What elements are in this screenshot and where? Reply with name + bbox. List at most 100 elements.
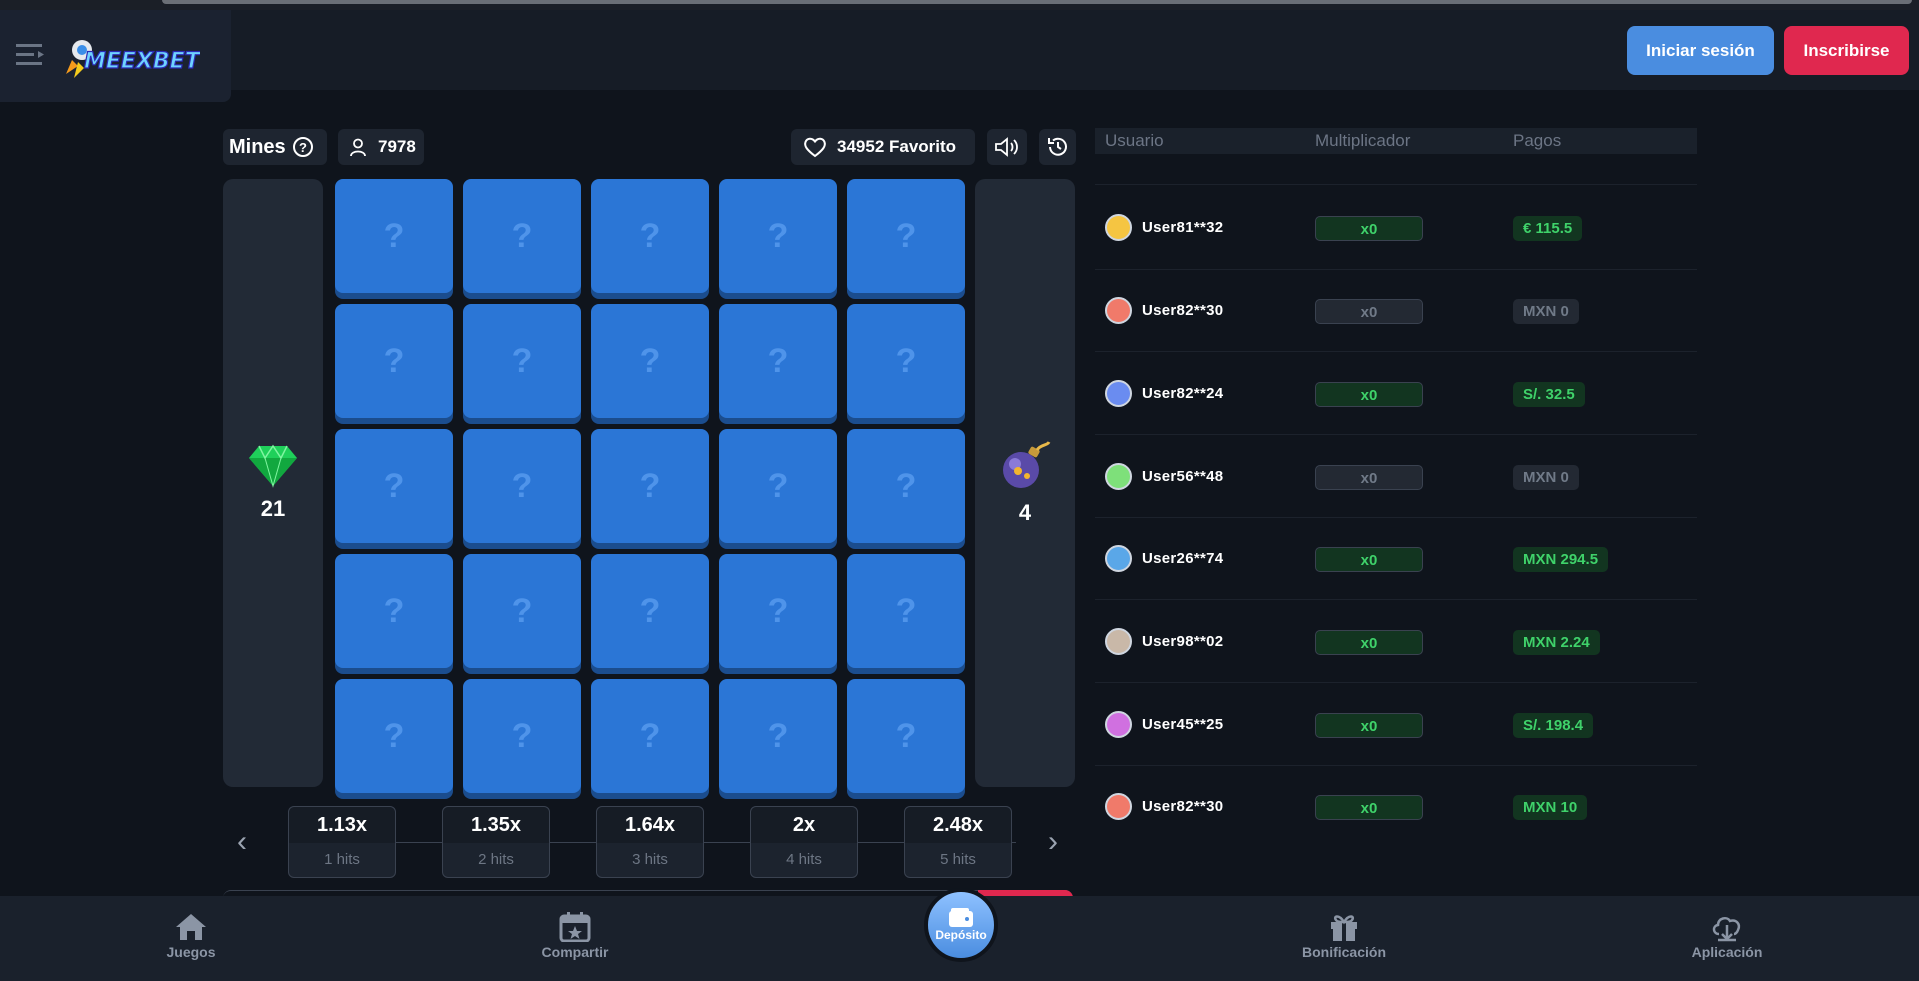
nav-games[interactable]: Juegos <box>126 912 256 960</box>
col-payout: Pagos <box>1513 131 1562 150</box>
gem-icon <box>249 444 297 488</box>
favorites-count: 34952 Favorito <box>837 137 957 156</box>
mine-tile[interactable]: ? <box>591 679 709 793</box>
multiplier-badge: x0 <box>1315 712 1423 738</box>
mine-tile[interactable]: ? <box>463 179 581 293</box>
user-name: User81**32 <box>1142 218 1224 236</box>
mine-tile[interactable]: ? <box>719 554 837 668</box>
mine-tile[interactable]: ? <box>847 429 965 543</box>
avatar <box>1105 297 1132 324</box>
multiplier-value: 1.35x <box>443 807 549 843</box>
multiplier-badge: x0 <box>1315 464 1423 490</box>
multiplier-badge: x0 <box>1315 547 1423 572</box>
game-title-pill: Mines ? <box>223 129 327 165</box>
multiplier-step: 1.13x 1 hits <box>288 806 396 878</box>
multiplier-badge: x0 <box>1315 215 1423 241</box>
payout-badge: € 115.5 <box>1513 215 1583 241</box>
deposit-label: Depósito <box>935 928 987 942</box>
mine-tile[interactable]: ? <box>847 554 965 668</box>
mine-tile[interactable]: ? <box>719 304 837 418</box>
mine-tile[interactable]: ? <box>335 304 453 418</box>
mine-tile[interactable]: ? <box>463 554 581 668</box>
mine-tile[interactable]: ? <box>463 679 581 793</box>
players-pill: 7978 <box>338 129 424 165</box>
user-name: User45**25 <box>1142 715 1224 733</box>
multiplier-badge: x0 <box>1315 795 1423 820</box>
multiplier-value: 2x <box>751 807 857 843</box>
help-icon[interactable]: ? <box>292 136 314 158</box>
payout-badge: MXN 294.5 <box>1513 547 1609 572</box>
multiplier-step: 2x 4 hits <box>750 806 858 878</box>
table-row: User56**48 x0 MXN 0 <box>1095 434 1697 517</box>
payout-badge: S/. 198.4 <box>1513 712 1594 738</box>
multiplier-step: 2.48x 5 hits <box>904 806 1012 878</box>
multiplier-badge: x0 <box>1315 381 1423 407</box>
menu-icon[interactable] <box>16 42 48 68</box>
next-arrow-icon[interactable]: › <box>1041 825 1065 858</box>
meexbet-logo[interactable]: MEEXBET <box>64 30 200 82</box>
mine-tile[interactable]: ? <box>463 429 581 543</box>
mine-tile[interactable]: ? <box>591 554 709 668</box>
players-count: 7978 <box>378 137 416 156</box>
col-multiplier: Multiplicador <box>1315 131 1411 150</box>
mine-tile[interactable]: ? <box>847 304 965 418</box>
calendar-icon <box>559 912 591 942</box>
mine-tile[interactable]: ? <box>591 179 709 293</box>
history-icon <box>1047 137 1067 156</box>
sound-button[interactable] <box>987 129 1027 165</box>
logo-text: MEEXBET <box>84 49 200 74</box>
nav-games-label: Juegos <box>166 944 216 960</box>
nav-app[interactable]: Aplicación <box>1662 912 1792 960</box>
avatar <box>1105 627 1132 655</box>
nav-share-label: Compartir <box>541 944 609 960</box>
col-user: Usuario <box>1105 131 1164 150</box>
nav-app-label: Aplicación <box>1691 944 1763 960</box>
mine-tile[interactable]: ? <box>719 679 837 793</box>
mine-tile[interactable]: ? <box>463 304 581 418</box>
table-row: User82**24 x0 S/. 32.5 <box>1095 351 1697 434</box>
user-icon <box>350 138 366 157</box>
multiplier-value: 2.48x <box>905 807 1011 843</box>
avatar <box>1105 462 1132 490</box>
payout-badge: MXN 10 <box>1513 795 1588 820</box>
history-button[interactable] <box>1039 129 1076 165</box>
mine-tile[interactable]: ? <box>719 429 837 543</box>
download-icon <box>1712 916 1741 942</box>
mine-tile[interactable]: ? <box>335 179 453 293</box>
avatar <box>1105 213 1132 241</box>
mine-tile[interactable]: ? <box>591 304 709 418</box>
nav-share[interactable]: Compartir <box>510 912 640 960</box>
multiplier-hits: 5 hits <box>940 851 976 868</box>
mine-tile[interactable]: ? <box>335 679 453 793</box>
scrollbar-thumb[interactable] <box>162 0 1912 4</box>
multiplier-value: 1.13x <box>289 807 395 843</box>
bottom-nav: Juegos Compartir Depósito Bonificación A… <box>0 888 1919 981</box>
user-name: User82**30 <box>1142 302 1224 319</box>
payout-badge: MXN 2.24 <box>1513 629 1600 655</box>
table-row: User45**25 x0 S/. 198.4 <box>1095 682 1697 765</box>
mine-tile[interactable]: ? <box>719 179 837 293</box>
avatar <box>1105 793 1132 820</box>
deposit-button[interactable]: Depósito <box>924 888 998 962</box>
mine-tile[interactable]: ? <box>847 679 965 793</box>
table-row: User82**30 x0 MXN 10 <box>1095 765 1697 847</box>
mine-tile[interactable]: ? <box>335 554 453 668</box>
mine-tile[interactable]: ? <box>847 179 965 293</box>
favorite-button[interactable]: 34952 Favorito <box>791 129 975 165</box>
gift-icon <box>1331 915 1357 941</box>
signup-button[interactable]: Inscribirse <box>1784 26 1909 75</box>
mines-grid: ????????????????????????? <box>335 179 965 793</box>
site-header: MEEXBET Iniciar sesión Inscribirse <box>0 10 1919 102</box>
mine-tile[interactable]: ? <box>335 429 453 543</box>
nav-bonus[interactable]: Bonificación <box>1279 912 1409 960</box>
table-row: User81**32 x0 € 115.5 <box>1095 184 1697 269</box>
login-button[interactable]: Iniciar sesión <box>1627 26 1774 75</box>
gems-panel: 21 <box>223 179 323 787</box>
mine-tile[interactable]: ? <box>591 429 709 543</box>
avatar <box>1105 710 1132 738</box>
prev-arrow-icon[interactable]: ‹ <box>230 825 254 858</box>
payout-badge: MXN 0 <box>1513 299 1579 324</box>
mines-panel: 4 <box>975 179 1075 787</box>
multiplier-hits: 4 hits <box>786 851 822 868</box>
user-name: User82**30 <box>1142 798 1224 815</box>
